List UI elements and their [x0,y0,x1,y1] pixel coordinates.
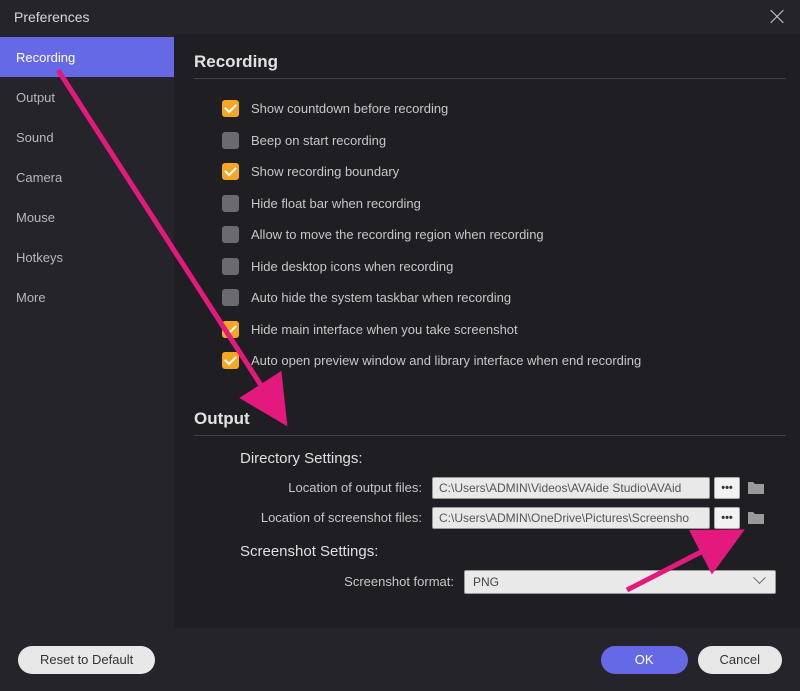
sidebar-item-label: Hotkeys [16,250,63,265]
sidebar-item-sound[interactable]: Sound [0,117,174,157]
checkbox-row: Hide float bar when recording [222,188,786,220]
checkbox-row: Auto hide the system taskbar when record… [222,282,786,314]
checkbox[interactable] [222,321,239,338]
checkbox[interactable] [222,132,239,149]
checkbox-row: Auto open preview window and library int… [222,345,786,377]
sidebar-item-camera[interactable]: Camera [0,157,174,197]
select-value: PNG [473,575,499,589]
checkbox[interactable] [222,289,239,306]
sidebar-item-label: Camera [16,170,62,185]
sidebar-item-label: Sound [16,130,54,145]
recording-options: Show countdown before recording Beep on s… [194,93,786,377]
checkbox-label: Hide main interface when you take screen… [251,322,518,337]
screenshot-files-input[interactable]: C:\Users\ADMIN\OneDrive\Pictures\Screens… [432,507,710,529]
checkbox[interactable] [222,258,239,275]
reset-button[interactable]: Reset to Default [18,646,155,674]
folder-icon[interactable] [746,480,766,496]
checkbox-label: Show recording boundary [251,164,399,179]
checkbox-label: Beep on start recording [251,133,386,148]
sidebar-item-mouse[interactable]: Mouse [0,197,174,237]
section-title-recording: Recording [194,52,786,79]
checkbox[interactable] [222,163,239,180]
screenshot-files-row: Location of screenshot files: C:\Users\A… [194,507,786,529]
footer: Reset to Default OK Cancel [0,628,800,691]
checkbox-label: Hide float bar when recording [251,196,421,211]
titlebar: Preferences [0,0,800,34]
checkbox-label: Auto open preview window and library int… [251,353,641,368]
sidebar-item-output[interactable]: Output [0,77,174,117]
checkbox[interactable] [222,352,239,369]
output-files-input[interactable]: C:\Users\ADMIN\Videos\AVAide Studio\AVAi… [432,477,710,499]
cancel-button[interactable]: Cancel [698,646,782,674]
directory-settings-title: Directory Settings: [240,450,786,467]
screenshot-settings-title: Screenshot Settings: [240,543,786,560]
ok-button[interactable]: OK [601,646,688,674]
checkbox[interactable] [222,226,239,243]
checkbox-label: Hide desktop icons when recording [251,259,453,274]
sidebar-item-label: Mouse [16,210,55,225]
screenshot-format-select[interactable]: PNG [464,570,776,594]
browse-output-button[interactable]: ••• [714,477,740,499]
checkbox-label: Auto hide the system taskbar when record… [251,290,511,305]
checkbox[interactable] [222,100,239,117]
sidebar-item-hotkeys[interactable]: Hotkeys [0,237,174,277]
sidebar-item-recording[interactable]: Recording [0,37,174,77]
screenshot-format-row: Screenshot format: PNG [194,570,786,594]
checkbox-row: Allow to move the recording region when … [222,219,786,251]
sidebar-item-more[interactable]: More [0,277,174,317]
output-files-row: Location of output files: C:\Users\ADMIN… [194,477,786,499]
window-title: Preferences [14,9,89,25]
screenshot-files-label: Location of screenshot files: [240,510,432,525]
output-files-label: Location of output files: [240,480,432,495]
checkbox-row: Beep on start recording [222,125,786,157]
screenshot-format-label: Screenshot format: [240,574,464,589]
checkbox-row: Show recording boundary [222,156,786,188]
section-title-output: Output [194,409,786,436]
folder-icon[interactable] [746,510,766,526]
chevron-down-icon [755,576,767,588]
sidebar-item-label: Recording [16,50,75,65]
checkbox-label: Show countdown before recording [251,101,448,116]
checkbox-row: Hide main interface when you take screen… [222,314,786,346]
checkbox-label: Allow to move the recording region when … [251,227,544,242]
close-icon[interactable] [768,8,786,26]
sidebar-item-label: More [16,290,46,305]
checkbox-row: Show countdown before recording [222,93,786,125]
browse-screenshot-button[interactable]: ••• [714,507,740,529]
checkbox-row: Hide desktop icons when recording [222,251,786,283]
checkbox[interactable] [222,195,239,212]
sidebar: Recording Output Sound Camera Mouse Hotk… [0,34,174,628]
content-pane: Recording Show countdown before recordin… [174,34,800,628]
sidebar-item-label: Output [16,90,55,105]
